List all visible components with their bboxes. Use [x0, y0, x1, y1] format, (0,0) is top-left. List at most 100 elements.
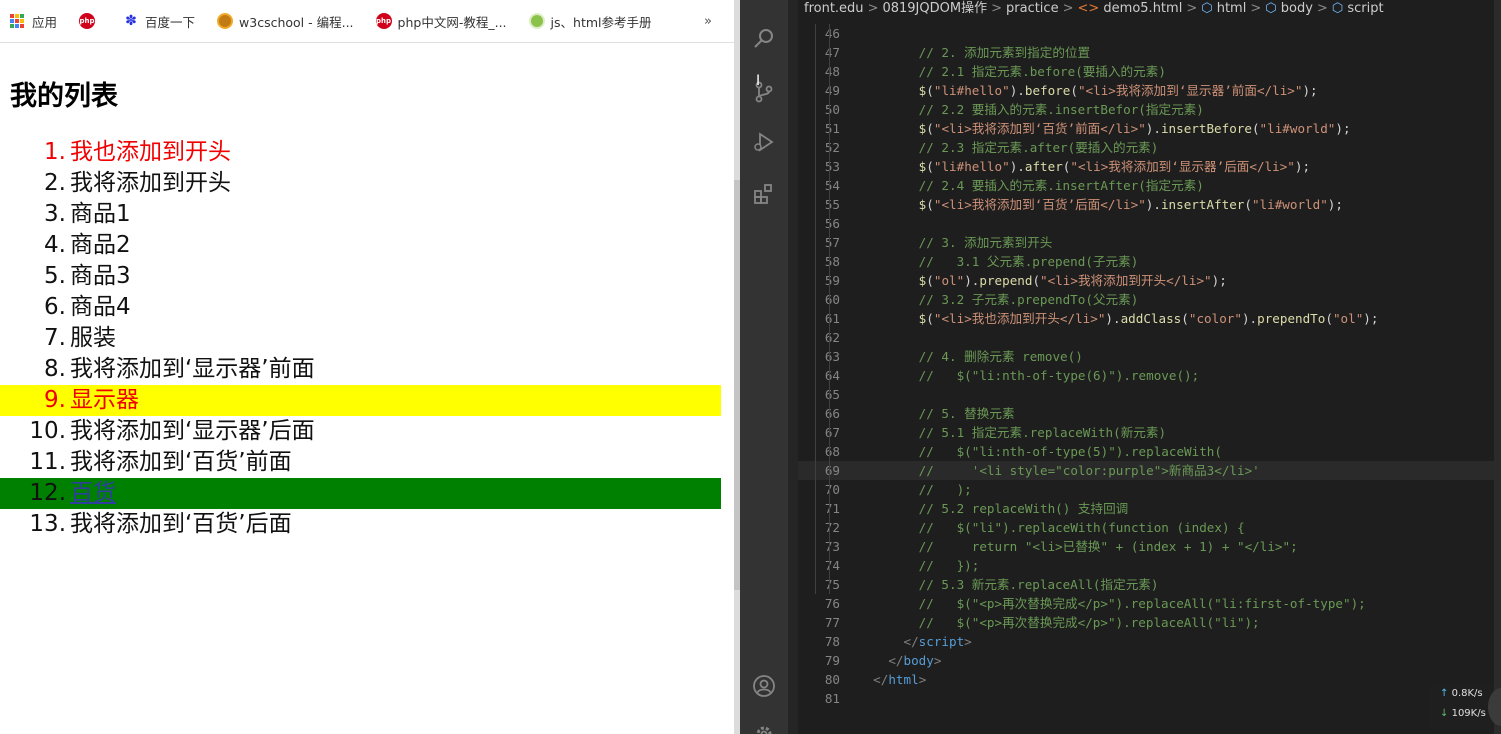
code-line[interactable]: 70 // ); — [798, 480, 1501, 499]
code-line[interactable]: 68 // $("li:nth-of-type(5)").replaceWith… — [798, 442, 1501, 461]
code-line[interactable]: 78 </script> — [798, 632, 1501, 651]
code-token: // 2.2 要插入的元素.insertBefor(指定元素) — [918, 102, 1204, 117]
code-token: ); — [1302, 83, 1318, 98]
code-line[interactable]: 73 // return "<li>已替换" + (index + 1) + "… — [798, 537, 1501, 556]
code-line[interactable]: 81 — [798, 689, 1501, 708]
code-line[interactable]: 50 // 2.2 要插入的元素.insertBefor(指定元素) — [798, 100, 1501, 119]
code-line[interactable]: 55 $("<li>我将添加到‘百货’后面</li>").insertAfter… — [798, 195, 1501, 214]
breadcrumb-item-html[interactable]: html — [1217, 1, 1247, 16]
code-token: "ol" — [1332, 311, 1364, 326]
code-token: "li#world" — [1251, 197, 1328, 212]
code-line[interactable]: 80 </html> — [798, 670, 1501, 689]
line-number: 64 — [824, 368, 840, 383]
code-token: ( — [926, 311, 934, 326]
code-line[interactable]: 46 — [798, 24, 1501, 43]
code-text: // 5. 替换元素 — [858, 404, 1015, 423]
code-line[interactable]: 51 $("<li>我将添加到‘百货’前面</li>").insertBefor… — [798, 119, 1501, 138]
breadcrumb-item-file[interactable]: demo5.html — [1103, 1, 1182, 16]
code-line[interactable]: 47 // 2. 添加元素到指定的位置 — [798, 43, 1501, 62]
code-line[interactable]: 60 // 3.2 子元素.prependTo(父元素) — [798, 290, 1501, 309]
bookmark-baidu[interactable]: ✽ 百度一下 — [123, 12, 195, 31]
breadcrumb-item-script[interactable]: script — [1347, 1, 1383, 16]
list-item-number: 12. — [29, 480, 66, 506]
code-line[interactable]: 75 // 5.3 新元素.replaceAll(指定元素) — [798, 575, 1501, 594]
code-line[interactable]: 63 // 4. 删除元素 remove() — [798, 347, 1501, 366]
code-token: ( — [926, 159, 934, 174]
code-line[interactable]: 72 // $("li").replaceWith(function (inde… — [798, 518, 1501, 537]
code-token: // }); — [918, 558, 980, 573]
code-text: // $("li:nth-of-type(6)").remove(); — [858, 366, 1200, 385]
editor-scrollbar[interactable] — [1494, 0, 1501, 734]
bookmark-w3cschool[interactable]: w3cschool - 编程... — [217, 12, 354, 31]
code-line[interactable]: 74 // }); — [798, 556, 1501, 575]
settings-gear-icon[interactable] — [752, 722, 776, 734]
code-line[interactable]: 67 // 5.1 指定元素.replaceWith(新元素) — [798, 423, 1501, 442]
account-icon[interactable] — [752, 674, 776, 698]
extensions-icon[interactable] — [752, 182, 776, 206]
breadcrumb-separator: > — [867, 1, 879, 16]
code-line[interactable]: 77 // $("<p>再次替换完成</p>").replaceAll("li"… — [798, 613, 1501, 632]
code-line[interactable]: 48 // 2.1 指定元素.before(要插入的元素) — [798, 62, 1501, 81]
bookmark-php-cn-label: php中文网-教程_... — [397, 14, 507, 30]
bookmark-js-manual[interactable]: js、html参考手册 — [528, 12, 652, 31]
code-line[interactable]: 54 // 2.4 要插入的元素.insertAfter(指定元素) — [798, 176, 1501, 195]
code-text: // 2.2 要插入的元素.insertBefor(指定元素) — [858, 100, 1204, 119]
breadcrumb-item-practice[interactable]: practice — [1006, 1, 1059, 16]
code-text: // }); — [858, 556, 980, 575]
bookmark-php[interactable]: php — [79, 13, 101, 29]
code-token: "<li>我将添加到开头</li>" — [1040, 273, 1212, 288]
search-icon[interactable] — [752, 26, 776, 50]
code-line[interactable]: 62 — [798, 328, 1501, 347]
line-number: 78 — [824, 634, 840, 649]
code-text: // 5.3 新元素.replaceAll(指定元素) — [858, 575, 1159, 594]
code-area[interactable]: 46 47 // 2. 添加元素到指定的位置 48 // 2.1 指定元素.befo… — [798, 24, 1501, 708]
code-token: // 5.2 replaceWith() 支持回调 — [918, 501, 1129, 516]
list-item-text[interactable]: 百货 — [70, 480, 116, 506]
bookmarks-more-button[interactable]: » — [704, 14, 712, 29]
code-line[interactable]: 71 // 5.2 replaceWith() 支持回调 — [798, 499, 1501, 518]
code-line[interactable]: 76 // $("<p>再次替换完成</p>").replaceAll("li:… — [798, 594, 1501, 613]
line-number: 58 — [824, 254, 840, 269]
code-line[interactable]: 52 // 2.3 指定元素.after(要插入的元素) — [798, 138, 1501, 157]
product-list: 1. 我也添加到开头 2. 我将添加到开头 3. 商品1 4. 商品2 5. 商品3 6. 商品4 7.… — [0, 137, 721, 540]
code-line[interactable]: 59 $("ol").prepend("<li>我将添加到开头</li>"); — [798, 271, 1501, 290]
code-line[interactable]: 65 — [798, 385, 1501, 404]
js-manual-icon — [528, 13, 545, 29]
code-token: ). — [1105, 311, 1121, 326]
bookmark-php-cn[interactable]: php php中文网-教程_... — [375, 12, 507, 31]
list-item-number: 9. — [44, 387, 66, 413]
code-token: ); — [1363, 311, 1379, 326]
code-token: ( — [1244, 197, 1252, 212]
code-token: ); — [1294, 159, 1311, 174]
code-token: "<li>我将添加到‘百货’前面</li>" — [933, 121, 1146, 136]
code-token: ). — [1241, 311, 1258, 326]
code-line[interactable]: 79 </body> — [798, 651, 1501, 670]
code-line[interactable]: 49 $("li#hello").before("<li>我将添加到‘显示器’前… — [798, 81, 1501, 100]
code-line[interactable]: 57 // 3. 添加元素到开头 — [798, 233, 1501, 252]
code-line[interactable]: 61 $("<li>我也添加到开头</li>").addClass("color… — [798, 309, 1501, 328]
line-number: 71 — [824, 501, 840, 516]
bookmark-apps[interactable]: 应用 — [10, 12, 57, 31]
code-text: $("<li>我将添加到‘百货’后面</li>").insertAfter("l… — [858, 195, 1343, 214]
breadcrumb-separator: > — [1250, 1, 1262, 16]
code-line[interactable]: 66 // 5. 替换元素 — [798, 404, 1501, 423]
code-token: ). — [964, 273, 980, 288]
code-line[interactable]: 64 // $("li:nth-of-type(6)").remove(); — [798, 366, 1501, 385]
breadcrumb-item-body[interactable]: body — [1281, 1, 1313, 16]
run-debug-icon[interactable] — [752, 130, 776, 154]
code-line[interactable]: 69 // '<li style="color:purple">新商品3</li… — [798, 461, 1501, 480]
code-line[interactable]: 53 $("li#hello").after("<li>我将添加到‘显示器’后面… — [798, 157, 1501, 176]
code-line[interactable]: 58 // 3.1 父元素.prepend(子元素) — [798, 252, 1501, 271]
breadcrumb-item-root[interactable]: front.edu — [804, 1, 864, 16]
code-token: insertAfter — [1160, 197, 1245, 212]
line-number: 54 — [824, 178, 840, 193]
code-line[interactable]: 56 — [798, 214, 1501, 233]
breadcrumb-item-folder[interactable]: 0819JQDOM操作 — [882, 1, 987, 16]
